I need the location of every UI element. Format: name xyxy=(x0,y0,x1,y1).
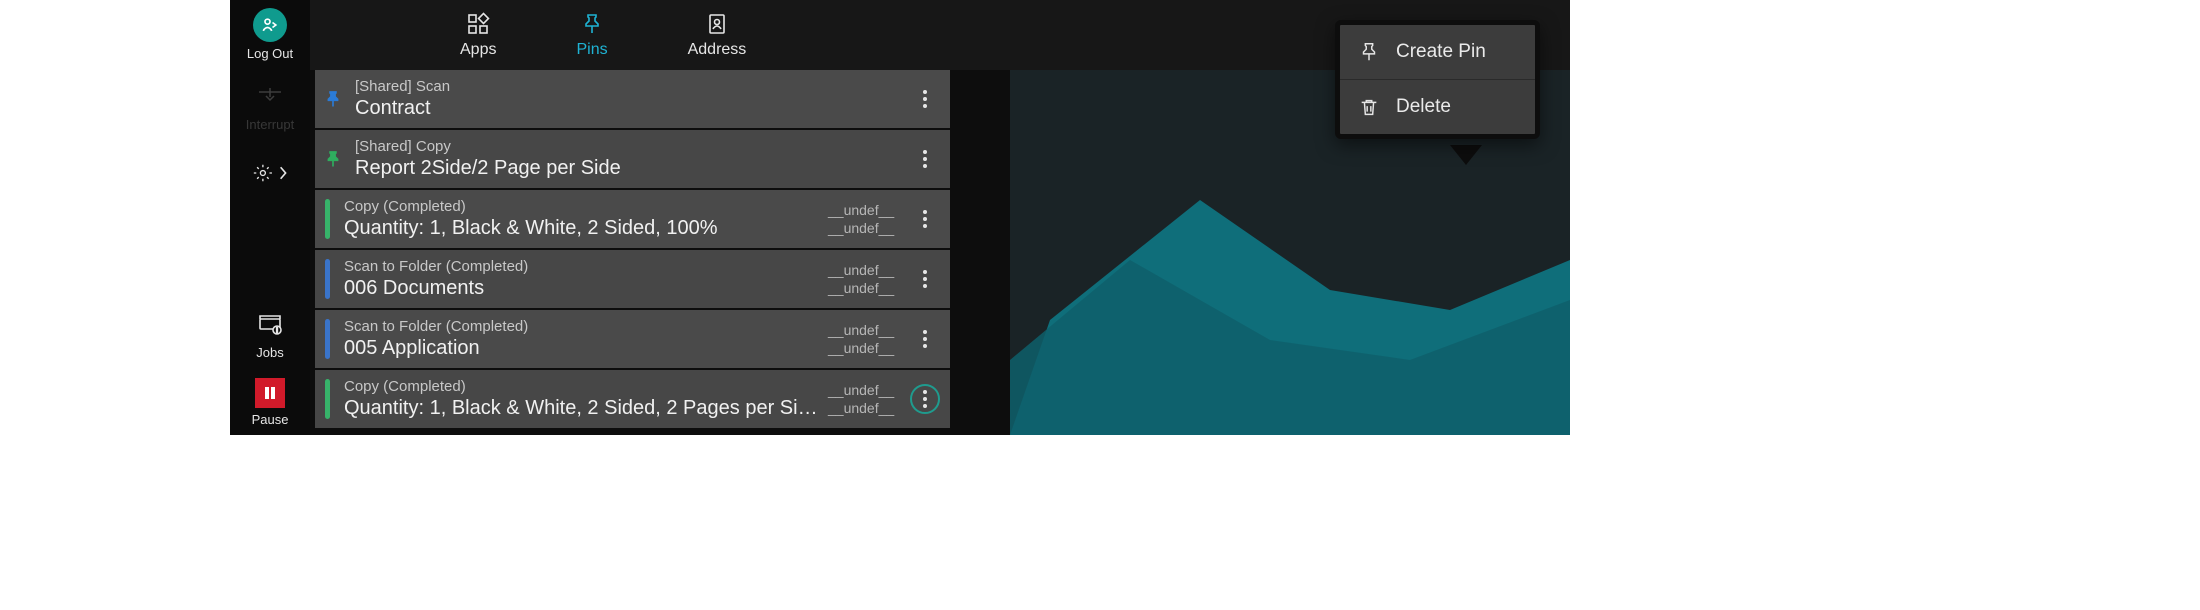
list-item-text: Copy (Completed)Quantity: 1, Black & Whi… xyxy=(344,198,828,240)
sidebar-settings[interactable] xyxy=(230,156,310,190)
kebab-icon xyxy=(922,209,928,229)
kebab-icon xyxy=(922,389,928,409)
sidebar-jobs[interactable]: i Jobs xyxy=(230,307,310,360)
category-stripe xyxy=(325,199,330,239)
category-stripe xyxy=(325,379,330,419)
apps-icon xyxy=(465,11,491,37)
list-item[interactable]: [Shared] ScanContract xyxy=(315,70,950,128)
overflow-menu-button[interactable] xyxy=(910,324,940,354)
kebab-icon xyxy=(922,149,928,169)
list-item-subtitle: Scan to Folder (Completed) xyxy=(344,258,828,276)
sidebar-logout-label: Log Out xyxy=(247,46,293,61)
list-item[interactable]: Scan to Folder (Completed)006 Documents_… xyxy=(315,250,950,308)
list-item-meta: __undef____undef__ xyxy=(828,321,898,357)
list-item-title: 005 Application xyxy=(344,336,828,360)
overflow-menu-button[interactable] xyxy=(910,144,940,174)
overflow-menu-button[interactable] xyxy=(910,384,940,414)
list-item-title: Quantity: 1, Black & White, 2 Sided, 100… xyxy=(344,216,828,240)
list-item-text: Scan to Folder (Completed)005 Applicatio… xyxy=(344,318,828,360)
list-item-subtitle: [Shared] Copy xyxy=(355,138,910,156)
pin-icon xyxy=(321,148,345,170)
tab-apps-label: Apps xyxy=(460,41,496,59)
tab-apps[interactable]: Apps xyxy=(460,11,496,59)
interrupt-icon xyxy=(253,79,287,113)
sidebar-interrupt: Interrupt xyxy=(230,79,310,132)
tab-address-label: Address xyxy=(688,41,747,59)
list-item-meta: __undef____undef__ xyxy=(828,261,898,297)
device-screen: Create Pin Delete Log Out xyxy=(230,0,1570,435)
chevron-right-icon xyxy=(279,164,287,182)
sidebar-interrupt-label: Interrupt xyxy=(246,117,294,132)
logout-icon xyxy=(253,8,287,42)
list-item-meta: __undef____undef__ xyxy=(828,201,898,237)
left-sidebar: Log Out Interrupt xyxy=(230,0,310,435)
kebab-icon xyxy=(922,269,928,289)
list-item[interactable]: Scan to Folder (Completed)005 Applicatio… xyxy=(315,310,950,368)
list-item-title: Contract xyxy=(355,96,910,120)
pins-list[interactable]: [Shared] ScanContract [Shared] CopyReport… xyxy=(315,70,950,435)
list-item-text: Scan to Folder (Completed)006 Documents xyxy=(344,258,828,300)
list-item[interactable]: Copy (Completed)Quantity: 1, Black & Whi… xyxy=(315,370,950,428)
list-item-meta: __undef____undef__ xyxy=(828,381,898,417)
kebab-icon xyxy=(922,89,928,109)
kebab-icon xyxy=(922,329,928,349)
list-item-subtitle: Copy (Completed) xyxy=(344,198,828,216)
overflow-menu-button[interactable] xyxy=(910,204,940,234)
list-item[interactable]: [Shared] CopyReport 2Side/2 Page per Sid… xyxy=(315,130,950,188)
list-item[interactable]: Copy (Completed)Quantity: 1, Black & Whi… xyxy=(315,190,950,248)
category-stripe xyxy=(325,259,330,299)
list-item-subtitle: Copy (Completed) xyxy=(344,378,828,396)
jobs-icon: i xyxy=(253,307,287,341)
pin-icon xyxy=(1356,39,1382,65)
tab-pins-label: Pins xyxy=(576,41,607,59)
top-tabs: Apps Pins Address xyxy=(460,11,746,59)
sidebar-pause[interactable]: Pause xyxy=(230,378,310,427)
overflow-menu-button[interactable] xyxy=(910,264,940,294)
gear-icon xyxy=(253,156,287,190)
sidebar-logout[interactable]: Log Out xyxy=(230,8,310,61)
list-item-title: Report 2Side/2 Page per Side xyxy=(355,156,910,180)
tab-address[interactable]: Address xyxy=(688,11,747,59)
menu-delete-label: Delete xyxy=(1396,96,1451,118)
sidebar-pause-label: Pause xyxy=(252,412,289,427)
overflow-menu-button[interactable] xyxy=(910,84,940,114)
list-item-subtitle: [Shared] Scan xyxy=(355,78,910,96)
list-item-text: Copy (Completed)Quantity: 1, Black & Whi… xyxy=(344,378,828,420)
pin-icon xyxy=(321,88,345,110)
trash-icon xyxy=(1356,94,1382,120)
list-item-text: [Shared] ScanContract xyxy=(355,78,910,120)
menu-create-pin[interactable]: Create Pin xyxy=(1340,25,1535,79)
category-stripe xyxy=(325,319,330,359)
sidebar-jobs-label: Jobs xyxy=(256,345,283,360)
list-item-text: [Shared] CopyReport 2Side/2 Page per Sid… xyxy=(355,138,910,180)
context-menu: Create Pin Delete xyxy=(1335,20,1540,139)
pause-icon xyxy=(255,378,285,408)
tab-pins[interactable]: Pins xyxy=(576,11,607,59)
list-item-title: 006 Documents xyxy=(344,276,828,300)
address-icon xyxy=(704,11,730,37)
menu-delete[interactable]: Delete xyxy=(1340,79,1535,134)
list-item-subtitle: Scan to Folder (Completed) xyxy=(344,318,828,336)
pin-icon xyxy=(579,11,605,37)
context-menu-pointer xyxy=(1450,145,1482,165)
menu-create-pin-label: Create Pin xyxy=(1396,41,1486,63)
list-item-title: Quantity: 1, Black & White, 2 Sided, 2 P… xyxy=(344,396,828,420)
